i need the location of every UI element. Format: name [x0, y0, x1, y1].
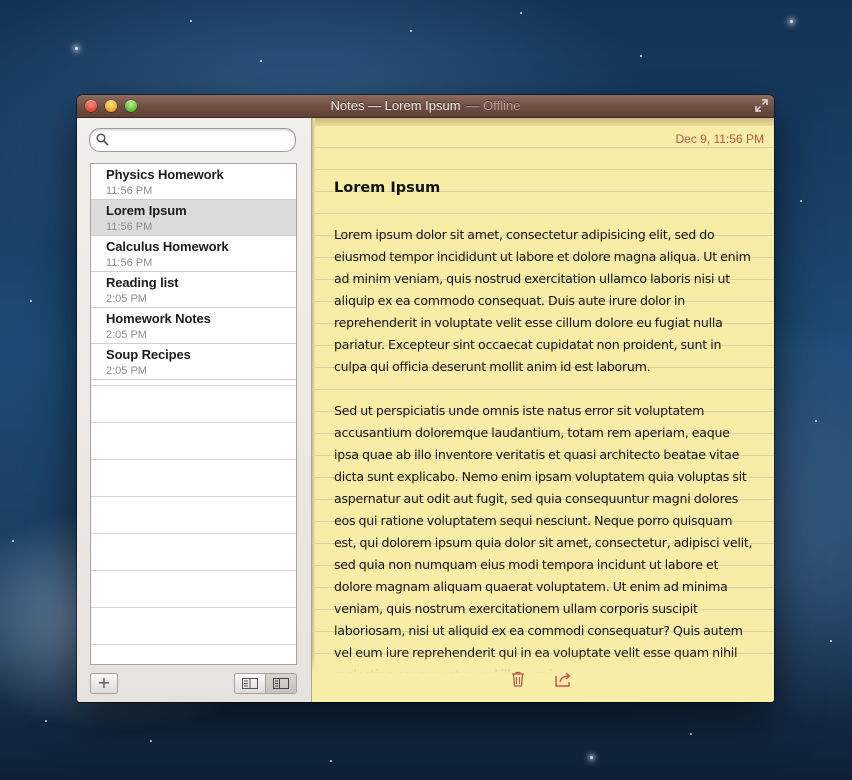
search-field[interactable]	[89, 128, 296, 152]
note-list-item-time: 2:05 PM	[106, 329, 147, 341]
split-view-icon	[273, 678, 289, 689]
note-list-item-title: Soup Recipes	[106, 347, 191, 362]
split-view-button[interactable]	[266, 674, 296, 693]
list-view-icon	[242, 678, 258, 689]
view-toggle	[234, 673, 297, 694]
search-input[interactable]	[112, 131, 291, 150]
offline-status: — Offline	[466, 98, 521, 113]
note-paragraph[interactable]: Sed ut perspiciatis unde omnis iste natu…	[334, 400, 756, 686]
note-list-item-time: 2:05 PM	[106, 365, 147, 377]
note-list-item-reading-list[interactable]: Reading list 2:05 PM	[91, 272, 296, 308]
share-icon[interactable]	[555, 671, 573, 687]
note-bottom-fade	[312, 654, 774, 702]
note-list-item-title: Physics Homework	[106, 167, 224, 182]
window-title: Notes — Lorem Ipsum — Offline	[77, 98, 774, 113]
paper-edge	[312, 118, 315, 702]
note-list-item-soup-recipes[interactable]: Soup Recipes 2:05 PM	[91, 344, 296, 380]
note-date: Dec 9, 11:56 PM	[675, 132, 765, 146]
title-bar[interactable]: Notes — Lorem Ipsum — Offline	[77, 95, 774, 118]
note-list-item-physics-homework[interactable]: Physics Homework 11:56 PM	[91, 164, 296, 200]
note-list-item-title: Reading list	[106, 275, 179, 290]
note-list-item-time: 11:56 PM	[106, 257, 153, 269]
add-note-button[interactable]: +	[90, 673, 118, 694]
note-list-item-calculus-homework[interactable]: Calculus Homework 11:56 PM	[91, 236, 296, 272]
note-list-item-title: Lorem Ipsum	[106, 203, 187, 218]
sidebar: Physics Homework 11:56 PM Lorem Ipsum 11…	[77, 118, 312, 702]
note-editor[interactable]: Dec 9, 11:56 PM Lorem Ipsum Lorem ipsum …	[312, 118, 774, 702]
note-list-item-homework-notes[interactable]: Homework Notes 2:05 PM	[91, 308, 296, 344]
fullscreen-icon[interactable]	[755, 99, 768, 112]
note-body[interactable]: Lorem ipsum dolor sit amet, consectetur …	[334, 224, 756, 702]
notes-list[interactable]: Physics Homework 11:56 PM Lorem Ipsum 11…	[90, 163, 297, 665]
window-title-text: Notes — Lorem Ipsum	[330, 98, 461, 113]
note-list-item-time: 2:05 PM	[106, 293, 147, 305]
note-paragraph[interactable]: Lorem ipsum dolor sit amet, consectetur …	[334, 224, 756, 378]
note-list-item-title: Calculus Homework	[106, 239, 229, 254]
search-icon	[96, 133, 109, 146]
note-heading[interactable]: Lorem Ipsum	[334, 180, 440, 196]
note-list-item-title: Homework Notes	[106, 311, 211, 326]
note-list-item-lorem-ipsum[interactable]: Lorem Ipsum 11:56 PM	[91, 200, 296, 236]
list-view-button[interactable]	[235, 674, 266, 693]
trash-icon[interactable]	[511, 671, 525, 687]
note-list-item-time: 11:56 PM	[106, 185, 153, 197]
note-list-item-time: 11:56 PM	[106, 221, 153, 233]
notes-window: Notes — Lorem Ipsum — Offline Physics Hom…	[77, 95, 774, 702]
